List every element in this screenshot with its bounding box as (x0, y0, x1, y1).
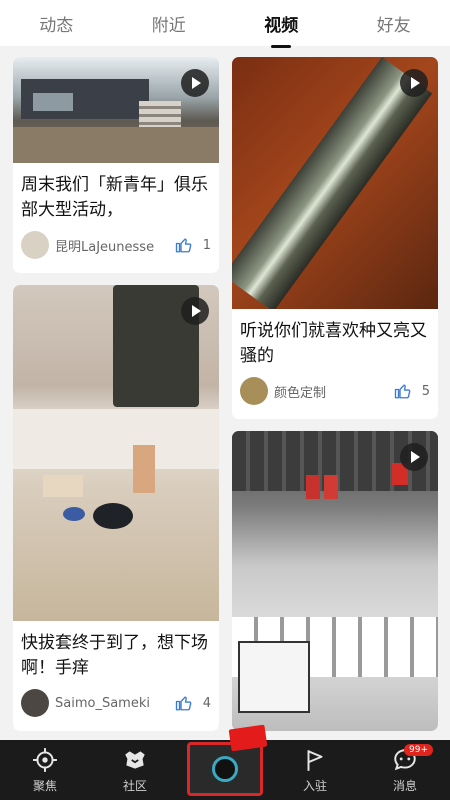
flag-icon (307, 750, 323, 771)
tab-dynamic[interactable]: 动态 (35, 5, 77, 42)
video-title: 听说你们就喜欢种又亮又骚的 (240, 321, 427, 366)
avatar[interactable] (21, 231, 49, 259)
message-badge: 99+ (404, 744, 433, 756)
nav-label: 聚焦 (32, 779, 57, 793)
author-name[interactable]: 昆明LaJeunesse (55, 236, 175, 255)
video-title: 快拔套终于到了，想下场啊！手痒 (21, 633, 208, 678)
video-card[interactable] (232, 431, 438, 731)
like-button[interactable]: 5 (394, 382, 430, 400)
nav-label: 入驻 (302, 779, 327, 793)
author-name[interactable]: Saimo_Sameki (55, 696, 175, 711)
avatar[interactable] (21, 689, 49, 717)
feed-right-column: 听说你们就喜欢种又亮又骚的 颜色定制 5 (232, 57, 438, 743)
tab-friends[interactable]: 好友 (373, 5, 415, 42)
play-icon (181, 69, 209, 97)
author-name[interactable]: 颜色定制 (274, 382, 394, 401)
nav-camera[interactable] (185, 724, 268, 800)
nav-settle-in[interactable]: 入驻 (275, 740, 355, 800)
thumbs-up-icon (175, 238, 192, 253)
crosshair-icon (33, 748, 57, 772)
tab-video[interactable]: 视频 (260, 5, 302, 48)
like-button[interactable]: 1 (175, 236, 211, 254)
avatar[interactable] (240, 377, 268, 405)
nav-focus[interactable]: 聚焦 (5, 740, 85, 800)
nav-messages[interactable]: 99+ 消息 (365, 740, 445, 800)
like-count: 5 (421, 383, 430, 399)
like-count: 1 (202, 237, 211, 253)
thumbs-up-icon (175, 696, 192, 711)
video-card[interactable]: 快拔套终于到了，想下场啊！手痒 Saimo_Sameki 4 (13, 285, 219, 731)
nav-label: 社区 (122, 779, 147, 793)
nav-community[interactable]: 社区 (95, 740, 175, 800)
nav-label: 消息 (392, 779, 417, 793)
video-card[interactable]: 听说你们就喜欢种又亮又骚的 颜色定制 5 (232, 57, 438, 419)
bottom-navigation: 聚焦 社区 入驻 99+ 消息 (0, 724, 450, 800)
tab-nearby[interactable]: 附近 (148, 5, 190, 42)
play-icon (181, 297, 209, 325)
thumbs-up-icon (394, 384, 411, 399)
video-thumbnail[interactable] (232, 431, 438, 731)
play-icon (400, 69, 428, 97)
video-thumbnail[interactable] (232, 57, 438, 309)
community-icon (125, 751, 145, 769)
camera-icon (187, 724, 268, 796)
video-thumbnail[interactable] (13, 57, 219, 163)
feed-left-column: 周末我们「新青年」俱乐部大型活动， 昆明LaJeunesse 1 快拔套终于到了… (13, 57, 219, 795)
top-tabs: 动态 附近 视频 好友 (0, 0, 450, 48)
play-icon (400, 443, 428, 471)
like-count: 4 (202, 695, 211, 711)
video-card[interactable]: 周末我们「新青年」俱乐部大型活动， 昆明LaJeunesse 1 (13, 57, 219, 273)
video-title: 周末我们「新青年」俱乐部大型活动， (21, 175, 208, 220)
video-thumbnail[interactable] (13, 285, 219, 621)
like-button[interactable]: 4 (175, 694, 211, 712)
